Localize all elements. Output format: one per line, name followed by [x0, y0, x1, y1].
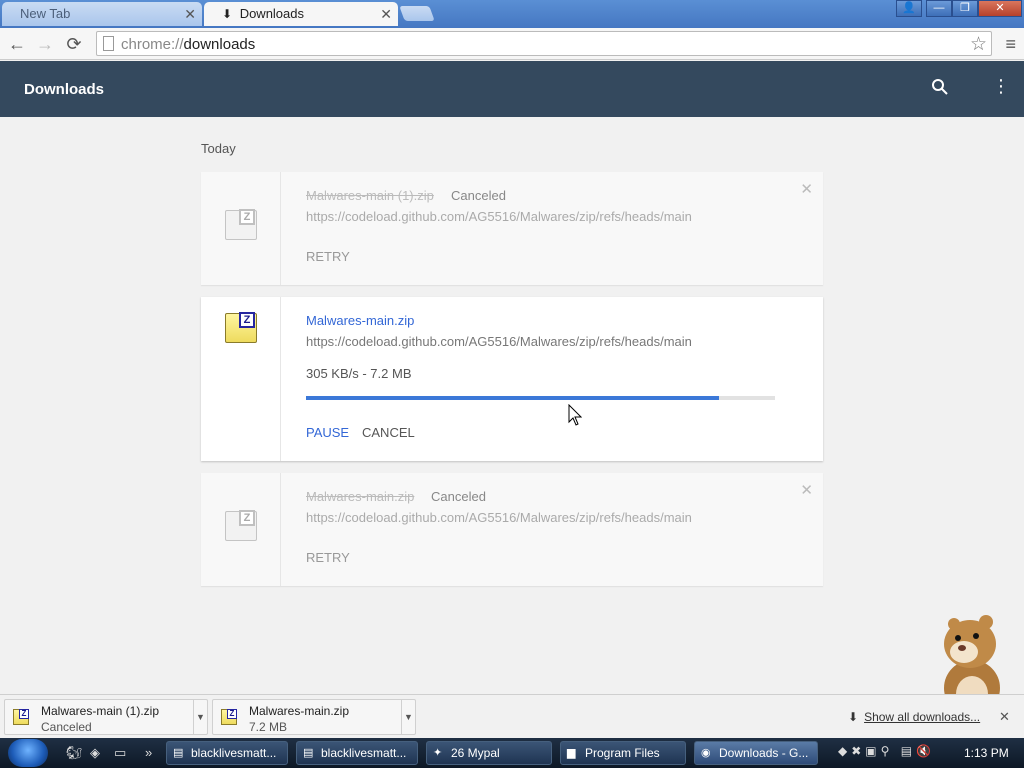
zip-file-icon: Z: [225, 209, 257, 240]
tab-downloads[interactable]: ⬇ Downloads ✕: [204, 2, 398, 26]
pause-button[interactable]: PAUSE: [306, 425, 349, 440]
download-progress-bar: [306, 396, 775, 400]
taskbar-button[interactable]: ▤ blacklivesmatt...: [166, 741, 288, 765]
show-all-downloads-link[interactable]: ⬇ Show all downloads...: [848, 710, 980, 724]
download-status: Canceled: [431, 489, 486, 504]
section-label-today: Today: [201, 141, 236, 156]
retry-button[interactable]: RETRY: [306, 550, 350, 565]
shelf-item-status: Canceled: [41, 720, 92, 734]
zip-file-icon: Z: [13, 709, 29, 725]
taskbar-button[interactable]: ✦ 26 Mypal: [426, 741, 552, 765]
user-icon[interactable]: 👤: [896, 0, 922, 17]
search-icon[interactable]: [931, 78, 949, 101]
quick-launch-icon[interactable]: 🐿: [66, 745, 83, 761]
file-icon-column: Z: [201, 297, 281, 461]
quick-launch-more-icon[interactable]: »: [145, 745, 152, 760]
source-url[interactable]: https://codeload.github.com/AG5516/Malwa…: [306, 510, 692, 525]
cancel-button[interactable]: CANCEL: [362, 425, 415, 440]
shelf-item[interactable]: Z Malwares-main (1).zip Canceled ▼: [4, 699, 208, 735]
address-bar[interactable]: chrome://downloads ☆: [96, 31, 992, 56]
shelf-item-name: Malwares-main.zip: [249, 704, 350, 718]
download-icon: ⬇: [848, 710, 859, 724]
url-text[interactable]: chrome://downloads: [121, 36, 255, 53]
page-icon: [103, 36, 114, 51]
browser-toolbar: ← → ⟳ chrome://downloads ☆ ≡: [0, 28, 1024, 60]
tab-label: New Tab: [20, 6, 71, 21]
source-url[interactable]: https://codeload.github.com/AG5516/Malwa…: [306, 209, 692, 224]
back-button[interactable]: ←: [6, 33, 28, 55]
more-options-icon[interactable]: ⋮: [992, 76, 1010, 97]
file-icon: ▤: [303, 747, 314, 759]
progress-fill: [306, 396, 719, 400]
tab-label: Downloads: [239, 6, 305, 21]
close-tab-icon[interactable]: ✕: [380, 6, 392, 23]
clock: 1:13 PM: [964, 746, 1009, 760]
downloads-header: Downloads ⋮: [0, 61, 1024, 117]
zip-file-icon: Z: [225, 312, 257, 343]
file-icon: ▤: [173, 747, 184, 759]
shelf-item-size: 7.2 MB: [249, 720, 288, 734]
download-item: Z Malwares-main (1).zip Canceled https:/…: [201, 172, 823, 285]
download-shelf: Z Malwares-main (1).zip Canceled ▼ Z Mal…: [0, 694, 1024, 738]
file-name-link[interactable]: Malwares-main.zip: [306, 313, 414, 328]
windows-taskbar: 🐿 ◈ ▭ » ▤ blacklivesmatt... ▤ blacklivesma…: [0, 738, 1024, 768]
shelf-item[interactable]: Z Malwares-main.zip 7.2 MB ▼: [212, 699, 416, 735]
download-item: Z Malwares-main.zip Canceled https://cod…: [201, 473, 823, 586]
show-desktop-icon[interactable]: ▭: [114, 745, 126, 761]
quick-launch-icon[interactable]: ◈: [90, 745, 100, 761]
download-status: Canceled: [451, 188, 506, 203]
mypal-icon: ✦: [433, 747, 443, 759]
new-tab-button[interactable]: [399, 6, 435, 21]
zip-file-icon: Z: [221, 709, 237, 725]
file-icon-column: Z: [201, 172, 281, 285]
chrome-icon: ◉: [701, 747, 711, 759]
reload-button[interactable]: ⟳: [63, 33, 85, 55]
taskbar-button[interactable]: ▆ Program Files: [560, 741, 686, 765]
minimize-button[interactable]: —: [926, 0, 952, 17]
forward-button[interactable]: →: [34, 33, 56, 55]
retry-button[interactable]: RETRY: [306, 249, 350, 264]
zip-file-icon: Z: [225, 510, 257, 541]
mouse-cursor-icon: [568, 403, 583, 432]
tab-new-tab[interactable]: New Tab ✕: [2, 2, 202, 26]
system-tray[interactable]: ◆✖▣⚲ ▤🔇: [838, 744, 935, 758]
close-window-button[interactable]: ✕: [978, 0, 1022, 17]
file-name: Malwares-main (1).zip: [306, 188, 434, 203]
download-speed: 305 KB/s - 7.2 MB: [306, 366, 412, 381]
chevron-down-icon[interactable]: ▼: [193, 700, 207, 734]
chrome-menu-icon[interactable]: ≡: [1005, 34, 1016, 55]
start-button[interactable]: [8, 739, 48, 767]
page-title: Downloads: [24, 81, 105, 98]
close-tab-icon[interactable]: ✕: [184, 6, 196, 23]
title-bar: New Tab ✕ ⬇ Downloads ✕ 👤 — ❐ ✕: [0, 0, 1024, 28]
taskbar-button[interactable]: ◉ Downloads - G...: [694, 741, 818, 765]
taskbar-button[interactable]: ▤ blacklivesmatt...: [296, 741, 418, 765]
download-item: Z Malwares-main.zip https://codeload.git…: [201, 297, 823, 461]
close-shelf-icon[interactable]: ✕: [999, 709, 1010, 725]
source-url[interactable]: https://codeload.github.com/AG5516/Malwa…: [306, 334, 692, 349]
folder-icon: ▆: [567, 747, 576, 759]
file-name: Malwares-main.zip: [306, 489, 415, 504]
file-icon-column: Z: [201, 473, 281, 586]
maximize-button[interactable]: ❐: [952, 0, 978, 17]
shelf-item-name: Malwares-main (1).zip: [41, 704, 160, 718]
bookmark-star-icon[interactable]: ☆: [970, 33, 987, 56]
remove-icon[interactable]: ✕: [800, 180, 813, 198]
download-icon: ⬇: [222, 7, 233, 21]
chevron-down-icon[interactable]: ▼: [401, 700, 415, 734]
remove-icon[interactable]: ✕: [800, 481, 813, 499]
